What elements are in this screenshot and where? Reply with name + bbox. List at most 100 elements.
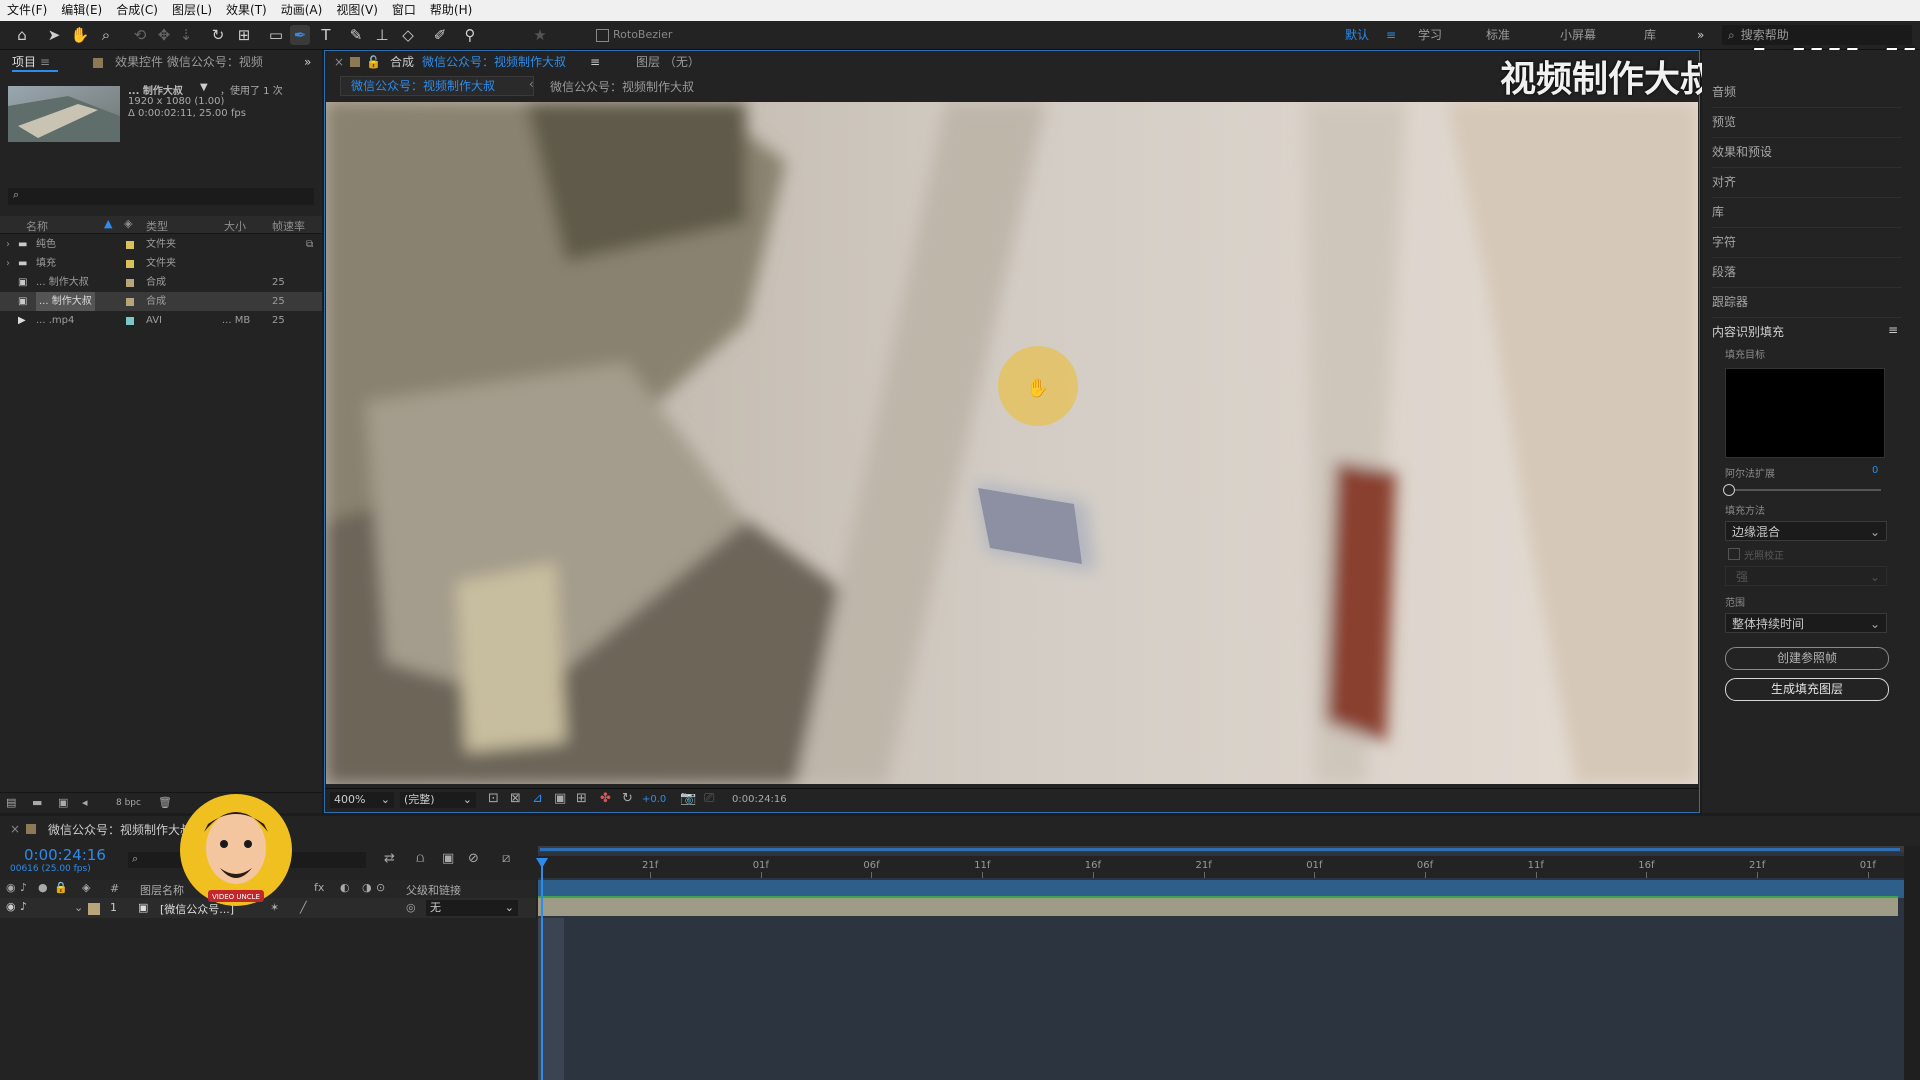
grid-guides-icon[interactable]: ⊞ xyxy=(576,791,587,806)
exposure-value[interactable]: +0.0 xyxy=(642,794,666,805)
current-time-indicator[interactable] xyxy=(541,860,543,1080)
selection-tool-icon[interactable]: ➤ xyxy=(44,25,64,45)
mask-visibility-icon[interactable]: ⊿ xyxy=(532,791,543,806)
workspace-menu-icon[interactable]: ≡ xyxy=(1386,21,1396,49)
lock-icon[interactable]: 🔓 xyxy=(366,50,381,74)
rotobezier-checkbox[interactable] xyxy=(596,29,609,42)
bit-depth-button[interactable]: 8 bpc xyxy=(116,798,141,808)
layer-bar[interactable] xyxy=(538,898,1898,916)
dolly-camera-icon[interactable]: ⇣ xyxy=(176,25,196,45)
clone-stamp-icon[interactable]: ⊥ xyxy=(372,25,392,45)
zoom-dropdown[interactable]: 400% ⌄ xyxy=(330,792,394,808)
workspace-learn[interactable]: 学习 xyxy=(1418,21,1442,49)
col-name[interactable]: 名称 xyxy=(26,218,48,234)
sort-asc-icon[interactable]: ▲ xyxy=(104,217,112,230)
work-area-range[interactable] xyxy=(540,848,1900,851)
frame-blending-icon[interactable]: ⊘ xyxy=(468,851,479,866)
light-correction-dropdown[interactable]: 强 ⌄ xyxy=(1725,566,1887,586)
trash-icon[interactable]: 🗑 xyxy=(158,796,172,809)
puppet-pin-icon[interactable]: ⚲ xyxy=(460,25,480,45)
menu-layer[interactable]: 图层(L) xyxy=(165,0,219,21)
graph-editor-icon[interactable]: ⧄ xyxy=(502,851,510,866)
fill-method-dropdown[interactable]: 边缘混合 ⌄ xyxy=(1725,521,1887,541)
solo-icon[interactable]: ● xyxy=(38,881,48,894)
orbit-camera-icon[interactable]: ⟲ xyxy=(130,25,150,45)
parent-link-column[interactable]: 父级和链接 xyxy=(406,882,461,898)
fast-preview-icon[interactable]: ⊡ xyxy=(488,791,499,806)
comp-tab-menu-icon[interactable]: ≡ xyxy=(590,50,600,74)
comp-tab-label[interactable]: 合成 xyxy=(390,50,414,74)
lock-column-icon[interactable]: 🔒 xyxy=(54,881,68,894)
time-ruler[interactable] xyxy=(538,856,1904,878)
workspace-standard[interactable]: 标准 xyxy=(1486,21,1510,49)
transparency-grid-icon[interactable]: ⊠ xyxy=(510,791,521,806)
more-workspaces-icon[interactable]: » xyxy=(1697,21,1704,49)
project-item[interactable]: ▣ ... 制作大叔 合成 25 xyxy=(0,273,322,292)
tab-effect-controls[interactable]: 效果控件 微信公众号：视频 xyxy=(115,50,263,74)
eye-icon[interactable]: ◉ xyxy=(6,900,16,913)
menu-animation[interactable]: 动画(A) xyxy=(274,0,330,21)
playhead-handle[interactable] xyxy=(536,858,548,868)
3d-switch-icon[interactable]: ⊙ xyxy=(376,881,385,894)
close-tab-icon[interactable]: × xyxy=(334,50,344,74)
region-of-interest-icon[interactable]: ▣ xyxy=(554,791,566,806)
expand-arrow-icon[interactable]: › xyxy=(6,235,10,254)
label-column-icon[interactable]: ◈ xyxy=(82,881,90,894)
speaker-icon[interactable]: ♪ xyxy=(20,900,27,913)
menu-view[interactable]: 视图(V) xyxy=(329,0,385,21)
close-timeline-icon[interactable]: × xyxy=(10,822,20,836)
resolution-dropdown[interactable]: (完整) ⌄ xyxy=(400,792,476,808)
menu-composition[interactable]: 合成(C) xyxy=(109,0,165,21)
audio-switch-icon[interactable]: ♪ xyxy=(20,881,27,894)
col-size[interactable]: 大小 xyxy=(224,218,246,234)
panel-effects-presets[interactable]: 效果和预设 xyxy=(1712,137,1902,168)
workspace-small-screen[interactable]: 小屏幕 xyxy=(1560,21,1596,49)
menu-help[interactable]: 帮助(H) xyxy=(423,0,479,21)
brush-tool-icon[interactable]: ✎ xyxy=(346,25,366,45)
menu-edit[interactable]: 编辑(E) xyxy=(54,0,109,21)
adjustment-switch-icon[interactable]: ◑ xyxy=(362,881,372,894)
panel-character[interactable]: 字符 xyxy=(1712,227,1902,258)
shy-layers-icon[interactable]: ▣ xyxy=(442,851,454,866)
fx-switch-icon[interactable]: fx xyxy=(314,881,324,894)
quality-switch-icon[interactable]: ╱ xyxy=(300,901,307,914)
timeline-scrollbar[interactable] xyxy=(1904,846,1920,1080)
menu-file[interactable]: 文件(F) xyxy=(0,0,54,21)
timeline-tab-name[interactable]: 微信公众号：视频制作大叔 xyxy=(48,821,192,838)
panel-preview[interactable]: 预览 xyxy=(1712,107,1902,138)
panel-tracker[interactable]: 跟踪器 xyxy=(1712,287,1902,318)
layer-label-swatch[interactable] xyxy=(88,903,100,915)
label-column-icon[interactable]: ◈ xyxy=(124,217,132,230)
workspace-library[interactable]: 库 xyxy=(1644,21,1656,49)
draft-3d-icon[interactable]: ⩍ xyxy=(416,851,424,866)
panel-paragraph[interactable]: 段落 xyxy=(1712,257,1902,288)
hand-tool-icon[interactable]: ✋ xyxy=(70,25,90,45)
composition-viewport[interactable]: ✋ xyxy=(326,102,1698,784)
zoom-tool-icon[interactable]: ⌕ xyxy=(96,25,116,45)
parent-dropdown[interactable]: 无 ⌄ xyxy=(426,900,518,916)
alpha-expand-value[interactable]: 0 xyxy=(1872,465,1878,476)
video-switch-icon[interactable]: ◉ xyxy=(6,881,16,894)
comp-flowchart-icon[interactable]: ⇄ xyxy=(384,851,395,866)
cafill-menu-icon[interactable]: ≡ xyxy=(1888,323,1898,337)
home-icon[interactable]: ⌂ xyxy=(12,25,32,45)
alpha-expand-slider-track[interactable] xyxy=(1728,489,1881,491)
flowchart-icon[interactable]: ⧉ xyxy=(306,235,313,254)
roto-brush-icon[interactable]: ✐ xyxy=(430,25,450,45)
panel-audio[interactable]: 音频 xyxy=(1712,77,1902,108)
project-item[interactable]: › ▬ 纯色 文件夹 ⧉ xyxy=(0,235,322,254)
light-correction-checkbox[interactable] xyxy=(1728,548,1740,560)
expand-arrow-icon[interactable]: ⌄ xyxy=(74,901,83,914)
col-fps[interactable]: 帧速率 xyxy=(272,218,305,234)
star-icon[interactable]: ★ xyxy=(530,25,550,45)
type-tool-icon[interactable]: T xyxy=(316,25,336,45)
panel-overflow-icon[interactable]: » xyxy=(304,50,311,74)
col-type[interactable]: 类型 xyxy=(146,218,168,234)
viewer-timecode[interactable]: 0:00:24:16 xyxy=(732,794,787,805)
breadcrumb-next[interactable]: 微信公众号：视频制作大叔 xyxy=(550,78,694,95)
expand-arrow-icon[interactable]: › xyxy=(6,254,10,273)
rotate-tool-icon[interactable]: ↻ xyxy=(208,25,228,45)
panel-align[interactable]: 对齐 xyxy=(1712,167,1902,198)
project-search-input[interactable]: ⌕ xyxy=(8,188,314,205)
eraser-tool-icon[interactable]: ◇ xyxy=(398,25,418,45)
